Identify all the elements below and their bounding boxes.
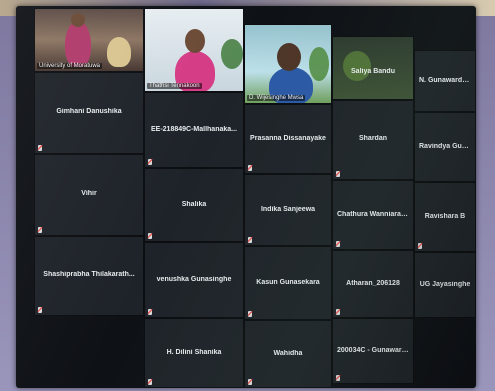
video-tile[interactable]: University of Moratuwa <box>34 8 144 72</box>
participant-name: Prasanna Dissanayake <box>250 134 326 142</box>
microphone-muted-icon <box>148 379 152 385</box>
participant-tile[interactable]: Ravindya Gunasinghe <box>414 112 476 182</box>
background-plant <box>343 51 371 81</box>
microphone-muted-icon <box>38 145 42 151</box>
participant-tile[interactable]: Shashiprabha Thilakarath... <box>34 236 144 316</box>
participant-tile[interactable]: Ravishara B <box>414 182 476 252</box>
participant-name: Indika Sanjeewa <box>260 205 316 213</box>
participant-video-head <box>277 43 301 71</box>
participant-tile[interactable]: Prasanna Dissanayake <box>244 104 332 174</box>
participant-name: EE-218849C-Mallhanaka... <box>151 125 237 133</box>
participant-tile[interactable]: Kasun Gunasekara <box>244 246 332 320</box>
participant-name: Shalika <box>181 200 207 208</box>
participant-name: H. Dilini Shanika <box>166 348 222 356</box>
microphone-muted-icon <box>336 241 340 247</box>
participant-tile[interactable]: H. Dilini Shanika <box>144 318 244 388</box>
microphone-muted-icon <box>38 227 42 233</box>
video-tile[interactable]: Saliya Bandu <box>332 36 414 100</box>
microphone-muted-icon <box>336 171 340 177</box>
participant-name: Gimhani Danushika <box>56 108 122 116</box>
participant-name: University of Moratuwa <box>37 63 103 69</box>
participant-tile[interactable]: N. Gunawardhana <box>414 50 476 112</box>
participant-name: Vihir <box>81 190 97 198</box>
background-plant <box>309 47 329 81</box>
participant-tile[interactable]: Chathura Wanniarachchi <box>332 180 414 250</box>
participant-name: Ravishara B <box>424 212 466 220</box>
participant-name: Shardan <box>358 135 387 143</box>
microphone-muted-icon <box>248 237 252 243</box>
participant-video-head <box>185 29 205 53</box>
microphone-muted-icon <box>336 375 340 381</box>
participant-name: Chathura Wanniarachchi <box>337 210 409 218</box>
participant-tile[interactable]: EE-218849C-Mallhanaka... <box>144 92 244 168</box>
microphone-muted-icon <box>148 233 152 239</box>
participant-video-person <box>65 21 91 67</box>
participant-name: Shashiprabha Thilakarath... <box>43 271 135 279</box>
participant-name: D. Wijesinghe Mwsa <box>247 95 306 101</box>
microphone-muted-icon <box>336 309 340 315</box>
participant-name: venushka Gunasinghe <box>156 275 232 283</box>
participant-name: Ravindya Gunasinghe <box>419 142 471 150</box>
participant-tile[interactable]: Shardan <box>332 100 414 180</box>
participant-video-person <box>107 37 131 67</box>
microphone-muted-icon <box>38 307 42 313</box>
microphone-muted-icon <box>248 311 252 317</box>
participant-video-head <box>71 13 85 27</box>
participant-name: Atharan_206128 <box>346 280 400 288</box>
participant-name: N. Gunawardhana <box>419 77 471 85</box>
microphone-muted-icon <box>248 379 252 385</box>
participant-tile[interactable]: Shalika <box>144 168 244 242</box>
participant-tile[interactable]: 200034C - Gunawardhan... <box>332 318 414 384</box>
participant-tile[interactable]: UG Jayasinghe <box>414 252 476 318</box>
background-plant <box>221 39 243 69</box>
participant-tile[interactable]: Vihir <box>34 154 144 236</box>
video-tile[interactable]: Thathsi Tennakoon <box>144 8 244 92</box>
participant-tile[interactable]: venushka Gunasinghe <box>144 242 244 318</box>
video-tile[interactable]: D. Wijesinghe Mwsa <box>244 24 332 104</box>
participant-name: 200034C - Gunawardhan... <box>337 347 409 355</box>
microphone-muted-icon <box>148 309 152 315</box>
microphone-muted-icon <box>248 165 252 171</box>
participant-name: UG Jayasinghe <box>419 281 471 289</box>
microphone-muted-icon <box>418 243 422 249</box>
participant-name: Wahidha <box>273 350 303 358</box>
zoom-gallery-screen: University of Moratuwa Thathsi Tennakoon… <box>16 6 476 388</box>
participant-name: Saliya Bandu <box>351 68 395 75</box>
participant-tile[interactable]: Gimhani Danushika <box>34 72 144 154</box>
participant-tile[interactable]: Wahidha <box>244 320 332 388</box>
participant-name: Thathsi Tennakoon <box>147 83 202 89</box>
microphone-muted-icon <box>148 159 152 165</box>
participant-tile[interactable]: Atharan_206128 <box>332 250 414 318</box>
participant-name: Kasun Gunasekara <box>256 278 320 286</box>
participant-tile[interactable]: Indika Sanjeewa <box>244 174 332 246</box>
